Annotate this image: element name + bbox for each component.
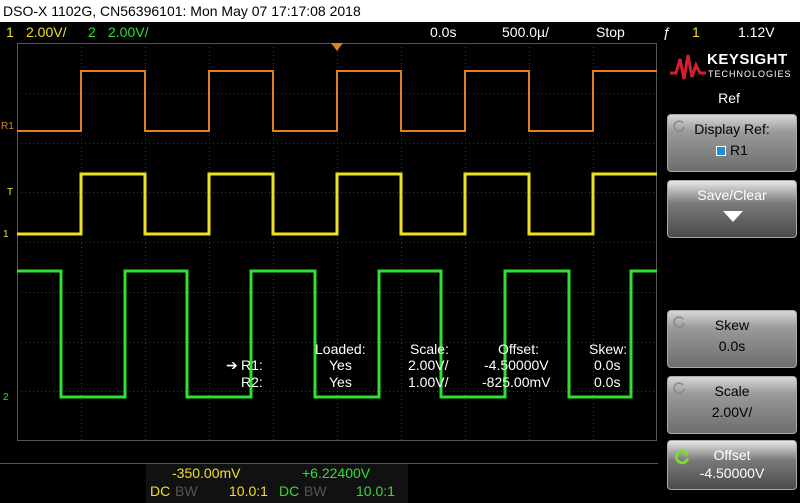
trigger-position-marker: [331, 43, 343, 51]
channel-info-bar: -350.00mV +6.22400V DC BW 10.0:1 DC BW 1…: [0, 441, 658, 503]
ch1-ground-marker[interactable]: 1: [3, 230, 9, 240]
display-ref-softkey[interactable]: Display Ref: R1: [667, 114, 797, 172]
header-offset: Offset:: [498, 341, 539, 357]
offset-value: -4.50000V: [699, 465, 765, 481]
row-r1-loaded: Yes: [329, 357, 352, 373]
ch1-coupling[interactable]: DC: [150, 483, 170, 499]
ch2-bw-limit[interactable]: BW: [304, 483, 327, 499]
bottom-divider: [0, 463, 658, 464]
row-r1-scale: 2.00V/: [408, 357, 449, 373]
logo-brand: KEYSIGHT: [707, 51, 788, 68]
trigger-level-marker[interactable]: T: [7, 188, 13, 198]
run-state[interactable]: Stop: [596, 22, 625, 42]
ch1-waveform: [17, 172, 657, 236]
submenu-arrow-icon: [723, 211, 743, 222]
ch2-coupling[interactable]: DC: [279, 483, 299, 499]
checkbox-icon: [716, 146, 727, 156]
row-r2-scale: 1.00V/: [408, 374, 449, 390]
row-r2-name[interactable]: R2:: [241, 374, 263, 390]
trigger-edge-icon: ƒ: [663, 24, 671, 40]
ch2-scale[interactable]: 2.00V/: [108, 22, 148, 42]
row-r1-skew: 0.0s: [594, 357, 621, 373]
save-clear-label: Save/Clear: [697, 187, 767, 203]
row-r1-offset: -4.50000V: [484, 357, 549, 373]
ch2-offset[interactable]: +6.22400V: [302, 465, 370, 481]
menu-title: Ref: [718, 90, 740, 106]
skew-label: Skew: [714, 317, 750, 333]
row-r2-offset: -825.00mV: [482, 374, 551, 390]
trigger-channel[interactable]: 1: [692, 22, 700, 42]
keysight-logo: KEYSIGHT TECHNOLOGIES: [664, 43, 794, 87]
display-ref-label: Display Ref:: [694, 121, 770, 137]
softkey-panel: [658, 43, 800, 503]
row-r1-name[interactable]: R1:: [241, 357, 263, 373]
display-ref-value: R1: [668, 142, 796, 158]
header-scale: Scale:: [410, 341, 449, 357]
row-r2-loaded: Yes: [329, 374, 352, 390]
header-loaded: Loaded:: [315, 341, 366, 357]
scale-softkey[interactable]: Scale 2.00V/: [667, 376, 797, 434]
window-title: DSO-X 1102G, CN56396101: Mon May 07 17:1…: [0, 0, 800, 22]
ref1-marker[interactable]: R1: [1, 122, 14, 132]
save-clear-softkey[interactable]: Save/Clear: [667, 180, 797, 238]
trigger-level[interactable]: 1.12V: [738, 22, 775, 42]
ch1-bw-limit[interactable]: BW: [175, 483, 198, 499]
offset-label: Offset: [713, 447, 751, 463]
skew-value: 0.0s: [718, 338, 746, 354]
logo-subtitle: TECHNOLOGIES: [708, 69, 792, 79]
scale-value: 2.00V/: [711, 404, 753, 420]
scale-label: Scale: [714, 383, 750, 399]
timebase[interactable]: 500.0µ/: [502, 22, 549, 42]
ch1-offset[interactable]: -350.00mV: [172, 465, 240, 481]
display-ref-selection: R1: [729, 142, 748, 158]
offset-softkey[interactable]: Offset -4.50000V: [667, 440, 797, 490]
ref1-waveform: [17, 70, 657, 132]
ch2-number[interactable]: 2: [88, 22, 96, 42]
selected-row-arrow-icon: ➔: [226, 357, 238, 373]
ch2-ground-marker[interactable]: 2: [3, 393, 9, 403]
skew-softkey[interactable]: Skew 0.0s: [667, 310, 797, 368]
status-bar: 1 2.00V/ 2 2.00V/ 0.0s 500.0µ/ Stop ƒ 1 …: [0, 22, 800, 42]
ch2-probe[interactable]: 10.0:1: [356, 483, 395, 499]
ch1-probe[interactable]: 10.0:1: [229, 483, 268, 499]
ch1-scale[interactable]: 2.00V/: [26, 22, 66, 42]
horizontal-delay[interactable]: 0.0s: [430, 22, 456, 42]
keysight-wave-icon: [670, 54, 706, 80]
ch1-number[interactable]: 1: [6, 22, 14, 42]
row-r2-skew: 0.0s: [594, 374, 621, 390]
header-skew: Skew:: [589, 341, 628, 357]
